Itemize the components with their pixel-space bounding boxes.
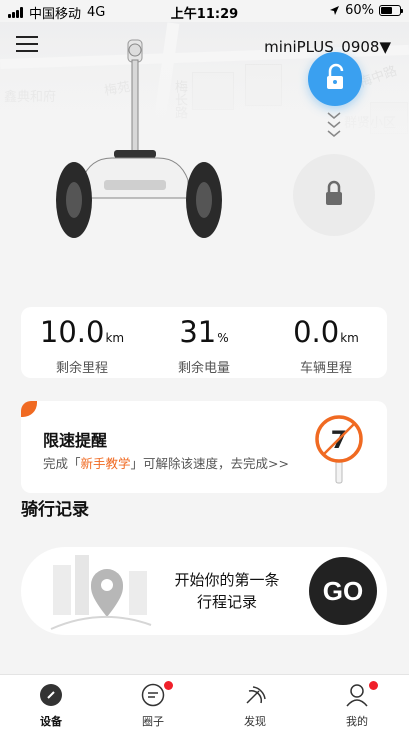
scooter-image xyxy=(56,39,222,238)
chevron-down-icon xyxy=(327,112,341,137)
lock-icon xyxy=(326,180,342,205)
stat-label: 剩余里程 xyxy=(55,361,108,376)
location-arrow-icon xyxy=(330,6,340,15)
tab-label: 设备 xyxy=(40,715,62,728)
unlock-icon xyxy=(327,63,344,89)
battery-icon xyxy=(379,5,403,16)
map-label: 群贤小区 xyxy=(344,116,397,131)
lock-button[interactable] xyxy=(293,154,375,236)
profile-icon xyxy=(346,684,368,707)
notification-badge xyxy=(164,681,173,690)
map-pin-illustration-icon xyxy=(50,555,152,630)
ride-records-title: 骑行记录 xyxy=(21,500,89,520)
stat-value: 0.0 xyxy=(293,315,340,349)
device-icon xyxy=(40,684,62,706)
stat-unit: km xyxy=(105,331,125,345)
desc-suffix: 」可解除该速度，去完成>> xyxy=(130,456,289,471)
tab-label: 圈子 xyxy=(142,715,164,728)
ride-prompt: 开始你的第一条 行程记录 xyxy=(161,569,293,613)
ride-record-card: 开始你的第一条 行程记录 GO xyxy=(21,547,387,635)
tab-bar: 设备 圈子 发现 我的 xyxy=(0,674,409,729)
stat-value: 10.0 xyxy=(39,315,105,349)
unlock-button[interactable] xyxy=(308,52,362,106)
stats-card: 10.0km 剩余里程 31% 剩余电量 0.0km 车辆里程 xyxy=(21,307,387,378)
circle-chat-icon xyxy=(141,683,165,707)
stat-label: 车辆里程 xyxy=(299,361,352,376)
map-label: 鑫典和府 xyxy=(4,90,57,105)
notification-badge xyxy=(369,681,378,690)
battery-percent: 60% xyxy=(345,3,374,18)
speed-limit-card[interactable]: 限速提醒 完成「新手教学」可解除该速度，去完成>> 7 xyxy=(21,401,387,493)
speed-limit-sign-icon: 7 xyxy=(315,415,363,484)
stat-label: 剩余电量 xyxy=(177,361,230,376)
tab-device[interactable]: 设备 xyxy=(0,675,102,729)
tab-label: 我的 xyxy=(346,715,368,728)
stat-odometer: 0.0km 车辆里程 xyxy=(265,315,387,376)
stat-remaining-battery: 31% 剩余电量 xyxy=(143,315,265,376)
stat-unit: km xyxy=(340,331,359,345)
stat-remaining-range: 10.0km 剩余里程 xyxy=(21,315,143,376)
tab-profile[interactable]: 我的 xyxy=(306,675,408,729)
tutorial-link[interactable]: 新手教学 xyxy=(81,456,131,471)
ride-prompt-line: 开始你的第一条 xyxy=(174,571,280,589)
ride-prompt-line: 行程记录 xyxy=(196,593,257,611)
tab-label: 发现 xyxy=(244,715,266,728)
stat-value: 31 xyxy=(179,315,217,349)
tab-discover[interactable]: 发现 xyxy=(204,675,306,729)
corner-accent xyxy=(21,401,37,417)
desc-prefix: 完成「 xyxy=(43,456,81,471)
tab-circle[interactable]: 圈子 xyxy=(102,675,204,729)
menu-icon[interactable] xyxy=(16,36,38,54)
status-bar: 中国移动 4G 上午11:29 60% xyxy=(0,0,409,22)
speed-limit-title: 限速提醒 xyxy=(43,431,108,450)
go-button[interactable]: GO xyxy=(309,557,377,625)
discover-icon xyxy=(246,686,266,704)
stat-unit: % xyxy=(217,331,229,345)
speed-limit-description: 完成「新手教学」可解除该速度，去完成>> xyxy=(43,453,289,472)
